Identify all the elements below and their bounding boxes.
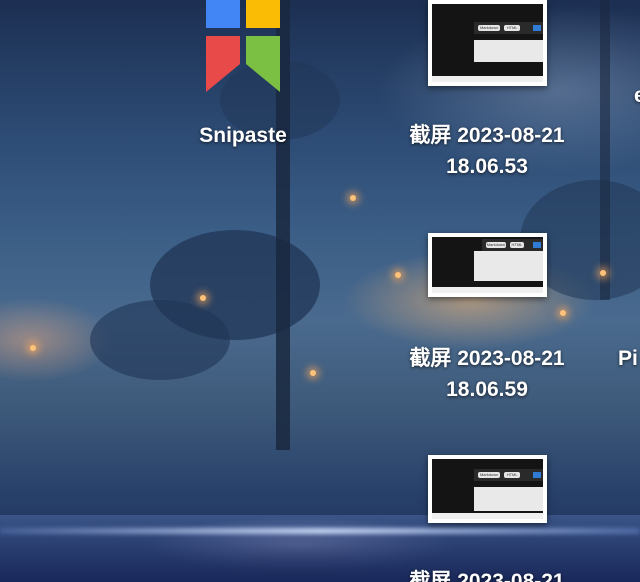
thumbnail-image: Markdown HTML: [432, 459, 543, 519]
thumbnail-footer: [432, 513, 543, 519]
thumbnail-tab: HTML: [504, 472, 521, 478]
wallpaper-foliage: [90, 300, 230, 380]
screenshot-thumbnail[interactable]: Markdown HTML: [428, 455, 547, 523]
screenshot-label-line1[interactable]: 截屏 2023-08-21: [380, 343, 594, 374]
screenshot-label-line1[interactable]: 截屏 2023-08-21: [380, 120, 594, 151]
wallpaper-tree-trunk: [600, 0, 610, 300]
snipaste-app-icon[interactable]: [206, 0, 282, 92]
thumbnail-tab: Markdown: [485, 242, 506, 248]
snipaste-label[interactable]: Snipaste: [183, 120, 303, 151]
thumbnail-tab: HTML: [509, 242, 524, 248]
thumbnail-footer: [432, 287, 543, 293]
wallpaper-ember: [600, 270, 606, 276]
wallpaper-ember: [310, 370, 316, 376]
offscreen-icon-label[interactable]: Pi: [618, 343, 638, 374]
wallpaper-water-glow: [0, 528, 640, 534]
thumbnail-footer: [432, 76, 543, 82]
thumbnail-tab: Markdown: [478, 25, 501, 31]
logo-red-flag: [206, 36, 240, 92]
screenshot-thumbnail[interactable]: Markdown HTML: [428, 233, 547, 297]
thumbnail-tab: Markdown: [478, 472, 501, 478]
thumbnail-image: Markdown HTML: [432, 4, 543, 82]
desktop: Snipaste Markdown HTML 截屏 2023-08-21 18.…: [0, 0, 640, 582]
logo-green-flag: [246, 36, 280, 92]
thumbnail-toolbar: Markdown HTML: [481, 239, 543, 251]
logo-blue-square: [206, 0, 240, 28]
thumbnail-accent: [533, 25, 541, 31]
thumbnail-toolbar: Markdown HTML: [474, 22, 543, 34]
thumbnail-page: [474, 40, 543, 62]
wallpaper-ember: [350, 195, 356, 201]
offscreen-icon-label[interactable]: e: [634, 80, 640, 111]
thumbnail-accent: [533, 472, 541, 478]
thumbnail-page: [474, 487, 543, 511]
thumbnail-tab: HTML: [504, 25, 521, 31]
thumbnail-image: Markdown HTML: [432, 237, 543, 293]
wallpaper-ember: [30, 345, 36, 351]
screenshot-thumbnail[interactable]: Markdown HTML: [428, 0, 547, 86]
screenshot-label-line2[interactable]: 18.06.59: [380, 374, 594, 405]
thumbnail-accent: [533, 242, 541, 248]
wallpaper-ember: [200, 295, 206, 301]
wallpaper-ember: [395, 272, 401, 278]
thumbnail-toolbar: Markdown HTML: [474, 469, 543, 481]
thumbnail-page: [474, 251, 543, 281]
wallpaper-ember: [560, 310, 566, 316]
screenshot-label-line1[interactable]: 截屏 2023-08-21: [380, 566, 594, 582]
logo-yellow-square: [246, 0, 280, 28]
screenshot-label-line2[interactable]: 18.06.53: [380, 151, 594, 182]
